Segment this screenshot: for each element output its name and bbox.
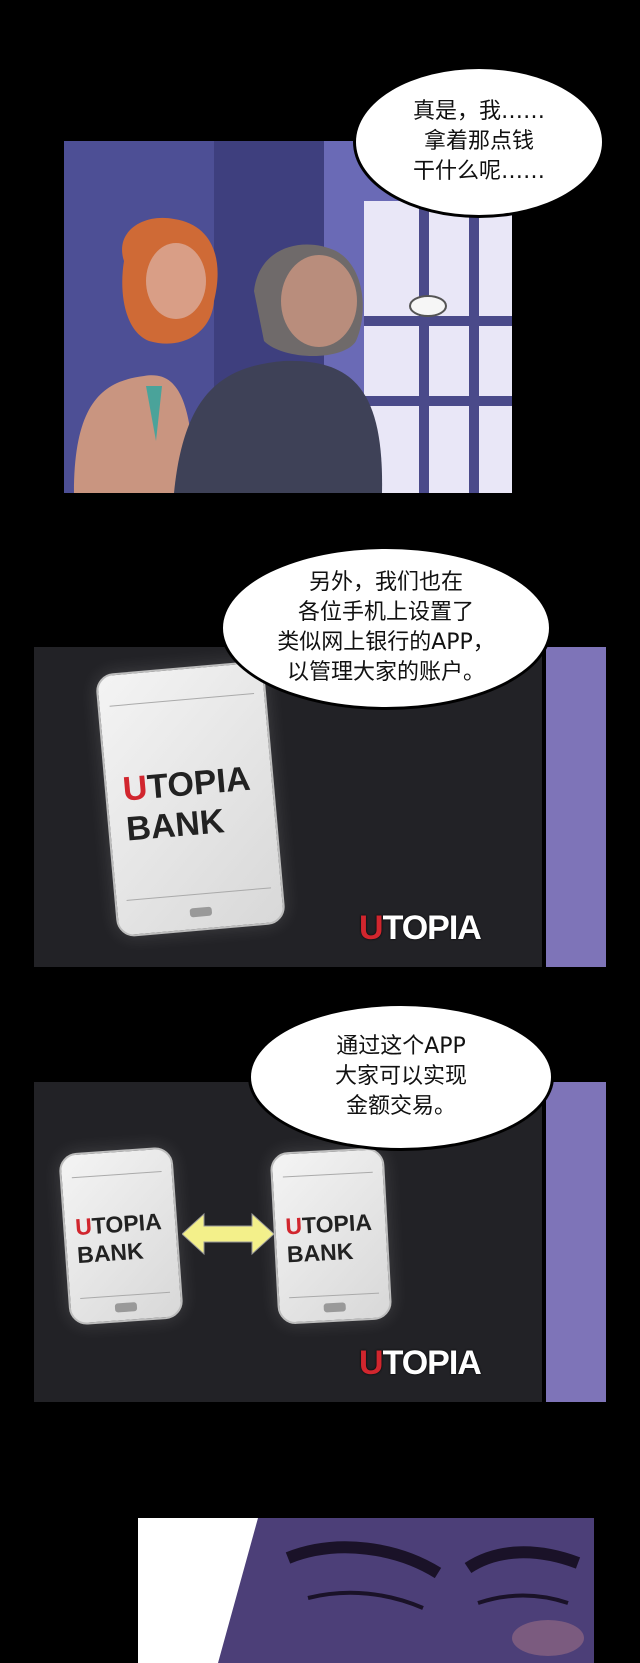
- purple-wall-strip: [542, 647, 606, 967]
- phone-right: UTOPIA BANK: [269, 1147, 393, 1325]
- phone-left: UTOPIA BANK: [58, 1146, 184, 1326]
- panel-face-closeup: [138, 1518, 594, 1663]
- speech-bubble-3: 通过这个APP 大家可以实现 金额交易。: [248, 1003, 554, 1151]
- utopia-logo: UTOPIA: [359, 909, 482, 947]
- face-closeup-illustration: [138, 1518, 594, 1663]
- speech-bubble-1: 真是，我…… 拿着那点钱 干什么呢……: [353, 66, 605, 218]
- phone-left-title: UTOPIA BANK: [74, 1208, 163, 1269]
- speech-bubble-2-text: 另外，我们也在 各位手机上设置了 类似网上银行的APP， 以管理大家的账户。: [277, 570, 495, 685]
- purple-wall-strip-2: [542, 1082, 606, 1402]
- phone-utopia-bank: UTOPIA BANK: [94, 660, 287, 938]
- phone-app-title: UTOPIA BANK: [121, 759, 252, 849]
- phone-right-title: UTOPIA BANK: [284, 1208, 373, 1268]
- speech-bubble-3-text: 通过这个APP 大家可以实现 金额交易。: [334, 1034, 467, 1119]
- utopia-logo-2: UTOPIA: [359, 1344, 482, 1382]
- speech-bubble-2: 另外，我们也在 各位手机上设置了 类似网上银行的APP， 以管理大家的账户。: [220, 546, 552, 710]
- speech-bubble-1-text: 真是，我…… 拿着那点钱 干什么呢……: [412, 99, 545, 184]
- double-arrow-icon: [182, 1212, 274, 1256]
